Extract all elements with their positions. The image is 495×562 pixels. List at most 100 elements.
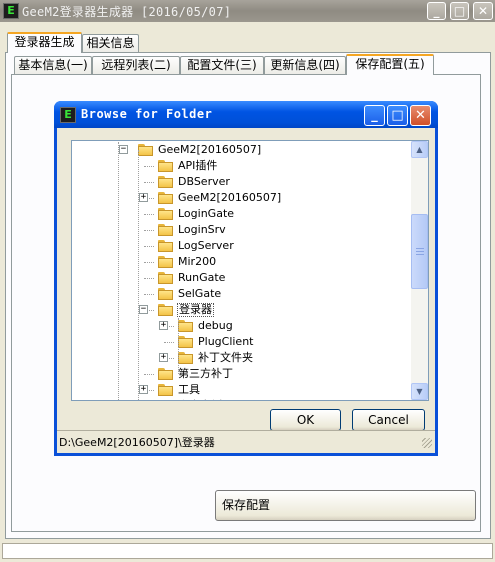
- app-icon: E: [3, 3, 19, 19]
- folder-icon: [158, 224, 174, 236]
- tab-config-file[interactable]: 配置文件(三): [180, 56, 264, 75]
- tree-item[interactable]: RunGate: [72, 270, 412, 286]
- ok-button[interactable]: OK: [270, 409, 341, 431]
- tab-basic-info[interactable]: 基本信息(一): [14, 56, 92, 75]
- folder-tree-rows: − GeeM2[20160507] API插件 DBServer + GeeM2[2016…: [72, 142, 412, 400]
- tab-login-generator[interactable]: 登录器生成: [7, 32, 82, 53]
- folder-icon: [158, 208, 174, 220]
- tree-item[interactable]: − 登录器: [72, 302, 412, 318]
- folder-icon: [178, 320, 194, 332]
- resize-grip-icon[interactable]: [422, 438, 432, 448]
- scroll-thumb[interactable]: [411, 214, 428, 289]
- tree-item[interactable]: + debug: [72, 318, 412, 334]
- tree-connector: [144, 182, 154, 183]
- folder-icon: [158, 240, 174, 252]
- scroll-down-button[interactable]: ▼: [411, 383, 428, 400]
- expand-icon[interactable]: +: [159, 321, 168, 330]
- tree-item-label: PlugClient: [198, 335, 254, 348]
- folder-icon: [158, 384, 174, 396]
- tree-connector: [144, 294, 154, 295]
- tree-connector: [144, 166, 154, 167]
- tree-item-label: 工具: [178, 383, 200, 396]
- tab-update-info[interactable]: 更新信息(四): [264, 56, 346, 75]
- scroll-up-button[interactable]: ▲: [411, 141, 428, 158]
- collapse-icon[interactable]: −: [119, 145, 128, 154]
- tree-item[interactable]: + 补丁文件夹: [72, 350, 412, 366]
- folder-icon: [158, 192, 174, 204]
- close-button[interactable]: ✕: [473, 2, 493, 20]
- tree-guide-line: [138, 150, 139, 400]
- dialog-maximize-button[interactable]: □: [387, 105, 408, 126]
- cancel-button[interactable]: Cancel: [352, 409, 425, 431]
- dialog-close-button[interactable]: ✕: [410, 105, 431, 126]
- tab-remote-list[interactable]: 远程列表(二): [92, 56, 180, 75]
- tree-connector: [144, 214, 154, 215]
- tree-item[interactable]: LoginGate: [72, 206, 412, 222]
- tree-scrollbar[interactable]: ▲ ▼: [411, 141, 428, 400]
- folder-icon: [178, 352, 194, 364]
- tree-item[interactable]: SelGate: [72, 286, 412, 302]
- dialog-title-bar: E Browse for Folder _ □ ✕: [54, 101, 438, 128]
- save-config-button[interactable]: 保存配置: [215, 490, 476, 521]
- tree-item[interactable]: LoginSrv: [72, 222, 412, 238]
- dialog-body: − GeeM2[20160507] API插件 DBServer + GeeM2[2016…: [57, 128, 435, 453]
- tree-item-label: LogServer: [178, 239, 234, 252]
- folder-icon: [158, 176, 174, 188]
- tree-item-label: LoginSrv: [178, 223, 226, 236]
- tree-item[interactable]: DBServer: [72, 174, 412, 190]
- tree-item[interactable]: PlugClient: [72, 334, 412, 350]
- tab-related-info[interactable]: 相关信息: [82, 34, 139, 53]
- main-title-bar: E GeeM2登录器生成器 [2016/05/07] _ □ ✕: [0, 0, 495, 22]
- tree-item[interactable]: − GeeM2[20160507]: [72, 142, 412, 158]
- tree-item[interactable]: +脚本实例: [72, 398, 412, 400]
- folder-open-icon: [158, 304, 174, 316]
- dialog-app-icon: E: [60, 107, 76, 123]
- collapse-icon[interactable]: −: [139, 305, 148, 314]
- folder-icon: [138, 144, 154, 156]
- window-title: GeeM2登录器生成器 [2016/05/07]: [22, 5, 232, 19]
- folder-tree[interactable]: − GeeM2[20160507] API插件 DBServer + GeeM2[2016…: [71, 140, 429, 401]
- tree-connector: [144, 278, 154, 279]
- main-status-bar: [2, 543, 493, 559]
- folder-icon: [158, 288, 174, 300]
- tree-guide-line: [118, 142, 119, 400]
- folder-icon: [158, 256, 174, 268]
- tree-connector: [144, 374, 154, 375]
- folder-icon: [158, 160, 174, 172]
- tree-item[interactable]: + GeeM2[20160507]: [72, 190, 412, 206]
- tree-item-label: API插件: [178, 159, 218, 172]
- minimize-button[interactable]: _: [427, 2, 446, 20]
- expand-icon[interactable]: +: [159, 353, 168, 362]
- tree-item-label: Mir200: [178, 255, 217, 268]
- dialog-minimize-button[interactable]: _: [364, 105, 385, 126]
- tree-item-label: debug: [198, 319, 233, 332]
- tree-guide-line: [178, 318, 179, 374]
- tab-save-config[interactable]: 保存配置(五): [346, 54, 434, 75]
- tree-connector: [144, 262, 154, 263]
- tree-item[interactable]: 第三方补丁: [72, 366, 412, 382]
- maximize-button[interactable]: □: [450, 2, 469, 20]
- expand-icon[interactable]: +: [139, 193, 148, 202]
- save-config-label: 保存配置: [222, 498, 271, 512]
- expand-icon[interactable]: +: [139, 385, 148, 394]
- tree-item[interactable]: + 工具: [72, 382, 412, 398]
- tree-item-label: GeeM2[20160507]: [178, 191, 282, 204]
- browse-folder-dialog: E Browse for Folder _ □ ✕ − GeeM2[2016050…: [54, 101, 438, 456]
- folder-icon: [158, 272, 174, 284]
- tree-item-label: 补丁文件夹: [198, 351, 253, 364]
- tree-connector: [144, 246, 154, 247]
- tree-item-label: 登录器: [177, 303, 214, 317]
- tree-item-label: SelGate: [178, 287, 222, 300]
- tree-item-label: 脚本实例: [177, 399, 223, 400]
- tree-item[interactable]: Mir200: [72, 254, 412, 270]
- selected-path: D:\GeeM2[20160507]\登录器: [59, 436, 215, 449]
- tree-item-label: RunGate: [178, 271, 226, 284]
- tree-item[interactable]: LogServer: [72, 238, 412, 254]
- tree-connector: [164, 342, 174, 343]
- dialog-status-bar: D:\GeeM2[20160507]\登录器: [57, 430, 435, 451]
- folder-icon: [178, 336, 194, 348]
- tree-connector: [144, 230, 154, 231]
- tree-item-label: GeeM2[20160507]: [158, 143, 262, 156]
- dialog-title: Browse for Folder: [81, 107, 213, 121]
- tree-item[interactable]: API插件: [72, 158, 412, 174]
